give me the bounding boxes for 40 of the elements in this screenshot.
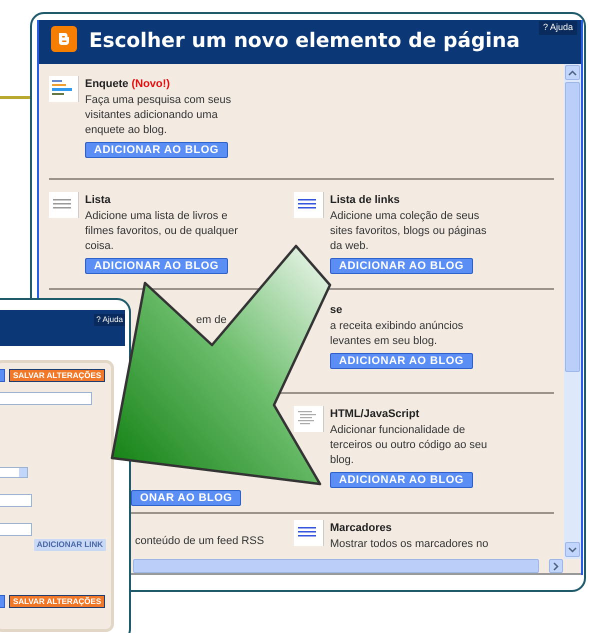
add-to-blog-button[interactable]: ADICIONAR AO BLOG: [330, 352, 473, 368]
horizontal-scrollbar[interactable]: [133, 559, 539, 573]
add-to-blog-button[interactable]: ADICIONAR AO BLOG: [85, 142, 228, 158]
element-title: Lista de links: [330, 193, 400, 208]
element-description: Adicionar funcionalidade de terceiros ou outro código ao seu blog.: [330, 422, 488, 468]
poll-chart-icon: [49, 76, 79, 102]
save-changes-button[interactable]: SALVAR ALTERAÇÕES: [9, 369, 106, 382]
element-title: HTML/JavaScript: [330, 407, 420, 422]
element-description: Adicione uma lista de livros e filmes favoritos, ou de qualquer coisa.: [85, 208, 238, 254]
code-lines-icon: [294, 406, 324, 432]
help-link[interactable]: ? Ajuda: [538, 21, 577, 34]
select-field[interactable]: [0, 467, 28, 478]
element-description: Faça uma pesquisa com seus visitantes adicionando uma enquete ao blog.: [85, 92, 232, 138]
scroll-down-icon[interactable]: [565, 542, 580, 557]
input-field[interactable]: [0, 523, 32, 536]
element-description: Adicione uma coleção de seus sites favoritos, blogs ou páginas da web.: [330, 208, 487, 254]
element-title: se: [330, 303, 342, 318]
help-link[interactable]: ? Ajuda: [94, 314, 125, 326]
element-title: Enquete (Novo!): [85, 77, 170, 92]
list-icon: [49, 192, 79, 218]
element-title: Lista: [85, 193, 111, 208]
element-title: Marcadores: [330, 521, 392, 536]
dialog-title: Escolher um novo elemento de página: [89, 27, 520, 54]
element-description: conteúdo de um feed RSS: [135, 534, 264, 549]
input-field[interactable]: [0, 494, 32, 507]
add-to-blog-button[interactable]: ADICIONAR AO BLOG: [330, 258, 473, 274]
scrollbar-thumb[interactable]: [565, 82, 580, 372]
element-description: a receita exibindo anúncios levantes em seu blog.: [330, 318, 464, 348]
save-changes-button[interactable]: SALVAR ALTERAÇÕES: [9, 595, 106, 608]
add-to-blog-button[interactable]: ADICIONAR AO BLOG: [85, 258, 228, 274]
link-list-icon: [294, 520, 324, 546]
scroll-up-icon[interactable]: [565, 65, 580, 80]
scroll-right-icon[interactable]: [549, 559, 563, 573]
input-field[interactable]: [0, 392, 92, 405]
element-description: em de: [196, 313, 227, 328]
blogger-logo-icon: [51, 26, 77, 52]
add-to-blog-button[interactable]: ONAR AO BLOG: [131, 490, 242, 506]
link-list-icon: [294, 192, 324, 218]
element-description: Mostrar todos os marcadores no: [330, 536, 488, 552]
add-to-blog-button[interactable]: ADICIONAR AO BLOG: [330, 472, 473, 488]
